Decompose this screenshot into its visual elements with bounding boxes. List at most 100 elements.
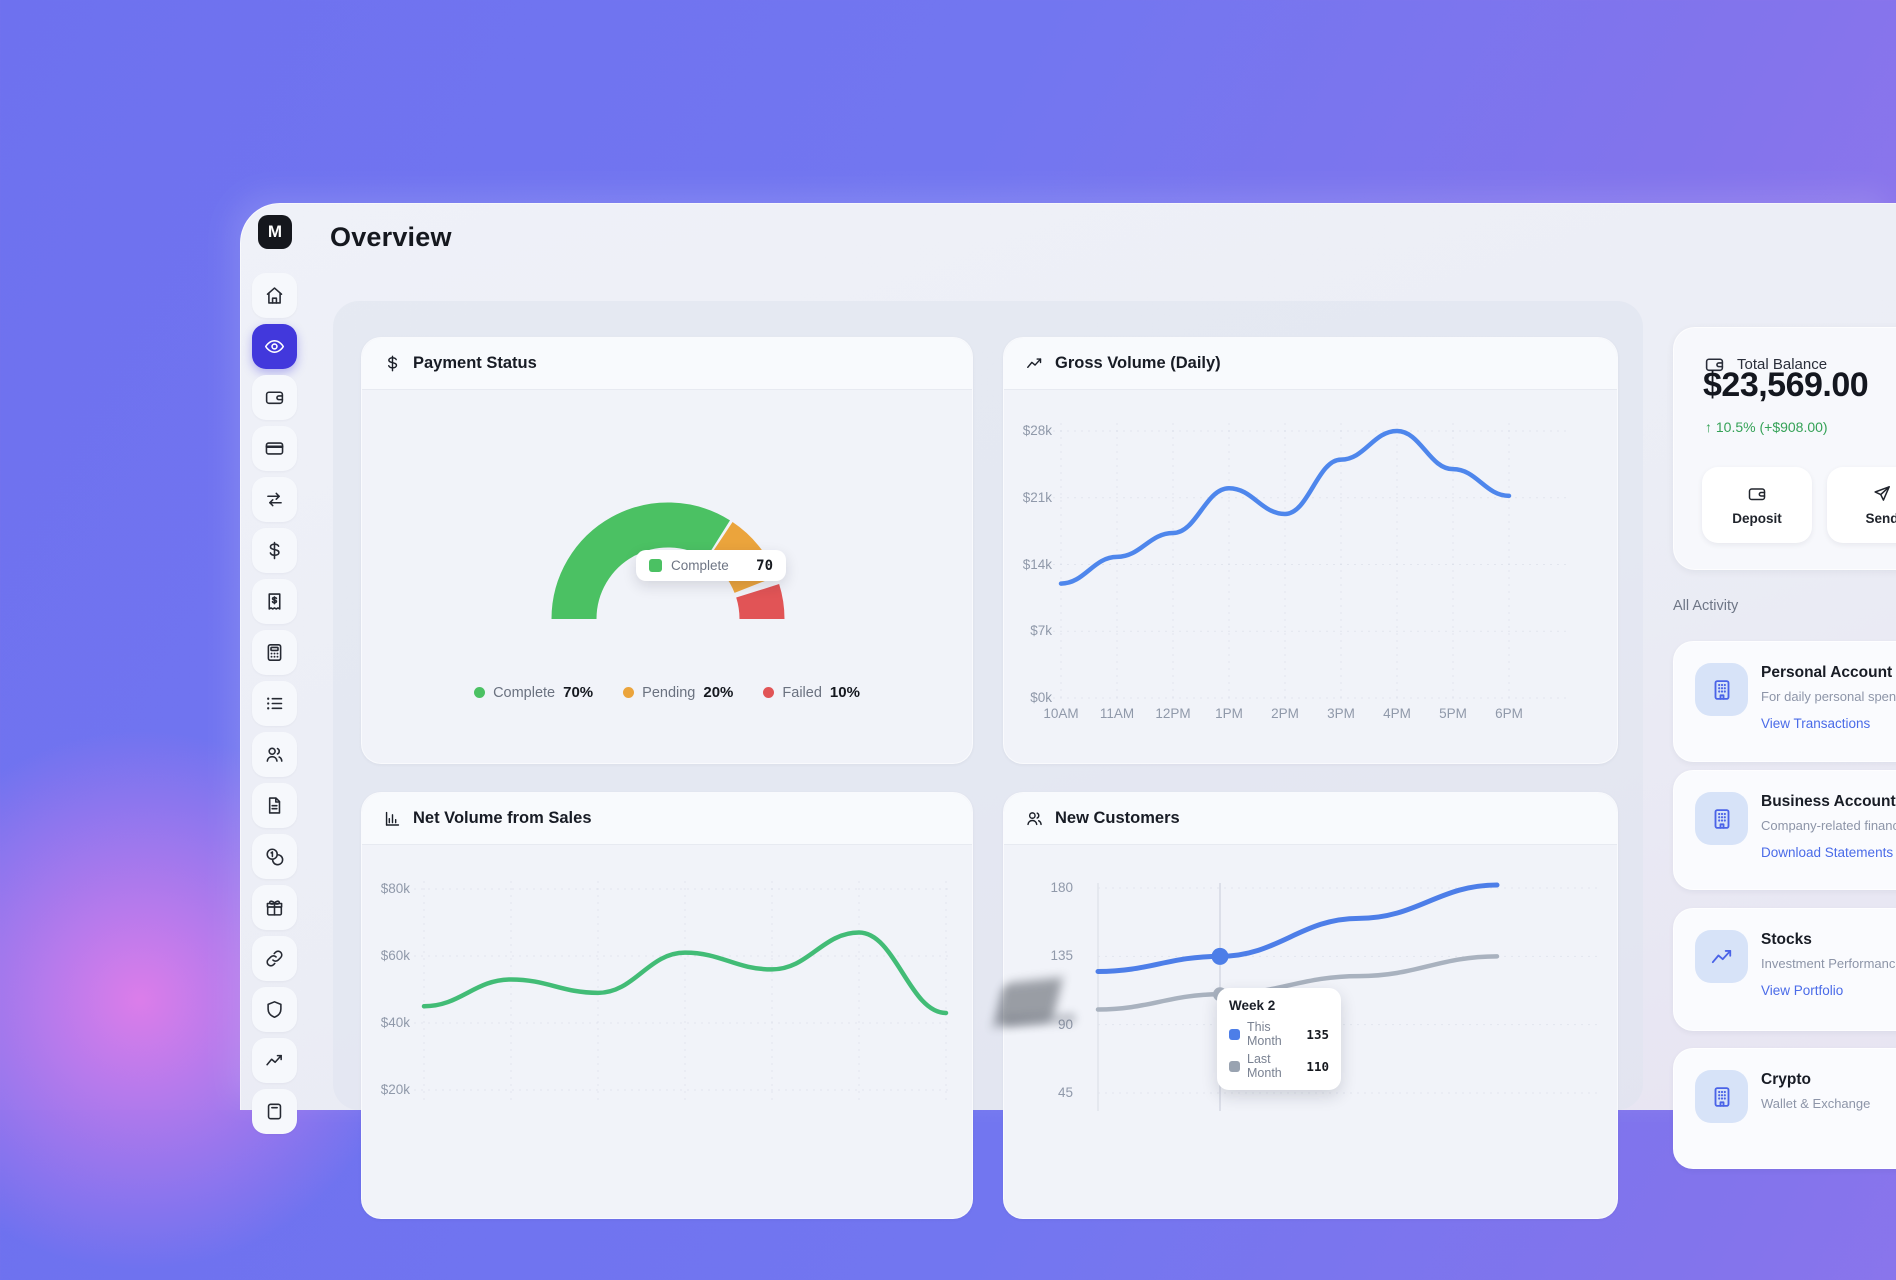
- shield-icon: [264, 999, 285, 1020]
- tooltip-row-this-month: This Month 135: [1229, 1020, 1329, 1048]
- app-logo[interactable]: M: [258, 215, 292, 249]
- axis-tick-label: 5PM: [1427, 706, 1479, 722]
- activity-subtitle: Company-related finances: [1761, 818, 1896, 833]
- axis-tick-label: $21k: [1006, 490, 1052, 506]
- wallet-icon: [1747, 484, 1767, 504]
- sidebar-item-credit-card[interactable]: [252, 426, 297, 471]
- sidebar-item-shield[interactable]: [252, 987, 297, 1032]
- axis-tick-label: 11AM: [1091, 706, 1143, 722]
- link-icon: [264, 948, 285, 969]
- sidebar-item-receipt-dollar[interactable]: [252, 579, 297, 624]
- home-icon: [264, 285, 285, 306]
- legend-item-complete: Complete70%: [474, 684, 593, 701]
- activity-link[interactable]: View Portfolio: [1761, 983, 1843, 998]
- sidebar-item-eye[interactable]: [252, 324, 297, 369]
- activity-title: Personal Account: [1761, 664, 1892, 682]
- sidebar-item-gift[interactable]: [252, 885, 297, 930]
- sidebar-item-coins[interactable]: [252, 834, 297, 879]
- legend-value: 10%: [830, 684, 860, 701]
- series-value: 135: [1306, 1027, 1329, 1042]
- axis-tick-label: $60k: [364, 948, 410, 964]
- activity-card-stocks[interactable]: StocksInvestment PerformanceView Portfol…: [1673, 908, 1896, 1031]
- sidebar-item-device[interactable]: [252, 1089, 297, 1134]
- legend-value: 20%: [703, 684, 733, 701]
- sidebar-item-home[interactable]: [252, 273, 297, 318]
- activity-card-crypto[interactable]: CryptoWallet & Exchange: [1673, 1048, 1896, 1169]
- credit-card-icon: [264, 438, 285, 459]
- users-icon: [264, 744, 285, 765]
- axis-tick-label: $20k: [364, 1082, 410, 1098]
- building-icon: [1695, 792, 1748, 845]
- card-title: Net Volume from Sales: [413, 809, 592, 828]
- sidebar-item-link[interactable]: [252, 936, 297, 981]
- axis-tick-label: 6PM: [1483, 706, 1535, 722]
- trending-up-icon: [1695, 930, 1748, 983]
- legend-item-failed: Failed10%: [763, 684, 860, 701]
- gift-icon: [264, 897, 285, 918]
- sidebar-item-transfer-arrows[interactable]: [252, 477, 297, 522]
- series-label: This Month: [1247, 1020, 1299, 1048]
- week2-tooltip: Week 2 This Month135Last Month110: [1217, 988, 1341, 1090]
- deposit-button[interactable]: Deposit: [1702, 467, 1812, 543]
- axis-tick-label: 2PM: [1259, 706, 1311, 722]
- legend-dot: [623, 687, 634, 698]
- document-icon: [264, 795, 285, 816]
- app-screen: { "app": { "logo_text": "M", "page_title…: [0, 0, 1896, 1110]
- net-volume-card: Net Volume from Sales $80k $60k $40k $20k: [361, 792, 973, 1219]
- action-label: Send: [1865, 511, 1896, 526]
- gross-volume-card-header: Gross Volume (Daily): [1004, 338, 1617, 390]
- activity-link[interactable]: Download Statements: [1761, 845, 1893, 860]
- eye-icon: [264, 336, 285, 357]
- activity-title: Crypto: [1761, 1071, 1811, 1089]
- activity-subtitle: Investment Performance: [1761, 956, 1896, 971]
- axis-tick-label: 135: [1027, 948, 1073, 964]
- all-activity-heading: All Activity: [1673, 598, 1738, 614]
- axis-tick-label: 3PM: [1315, 706, 1367, 722]
- activity-link[interactable]: View Transactions: [1761, 716, 1870, 731]
- device-icon: [264, 1101, 285, 1122]
- axis-tick-label: $14k: [1006, 557, 1052, 573]
- activity-card-personal-account[interactable]: Personal Account For daily personal spend…: [1673, 641, 1896, 762]
- building-icon: [1695, 1070, 1748, 1123]
- legend-dot: [763, 687, 774, 698]
- trending-up-icon: [1025, 354, 1044, 373]
- axis-tick-label: 10AM: [1035, 706, 1087, 722]
- activity-card-business-account[interactable]: Business Account Company-related finances…: [1673, 770, 1896, 890]
- activity-subtitle: For daily personal spending: [1761, 689, 1896, 704]
- axis-tick-label: $40k: [364, 1015, 410, 1031]
- sidebar-item-dollar[interactable]: [252, 528, 297, 573]
- sidebar-item-list[interactable]: [252, 681, 297, 726]
- new-customers-card-header: New Customers: [1004, 793, 1617, 845]
- axis-tick-label: 180: [1027, 880, 1073, 896]
- page-title: Overview: [330, 222, 452, 253]
- gauge-tooltip: Complete 70: [636, 550, 786, 581]
- coins-icon: [264, 846, 285, 867]
- action-label: Deposit: [1732, 511, 1782, 526]
- payment-status-legend: Complete70% Pending 20% Failed10%: [362, 684, 972, 701]
- legend-swatch-complete: [649, 559, 662, 572]
- sidebar-item-users[interactable]: [252, 732, 297, 777]
- axis-tick-label: $0k: [1006, 690, 1052, 706]
- legend-label: Pending: [642, 685, 695, 701]
- legend-dot: [474, 687, 485, 698]
- card-title: New Customers: [1055, 809, 1180, 828]
- week2-tooltip-title: Week 2: [1229, 998, 1329, 1013]
- sidebar-item-calculator[interactable]: [252, 630, 297, 675]
- series-value: 110: [1306, 1059, 1329, 1074]
- series-swatch: [1229, 1061, 1240, 1072]
- building-icon: [1695, 663, 1748, 716]
- send-button[interactable]: Send: [1827, 467, 1896, 543]
- sidebar-item-document[interactable]: [252, 783, 297, 828]
- activity-title: Business Account: [1761, 793, 1896, 811]
- sidebar-item-wallet[interactable]: [252, 375, 297, 420]
- sidebar-item-trending-up[interactable]: [252, 1038, 297, 1083]
- payment-status-card: Payment Status Complete 70 Complete70%Pe…: [361, 337, 973, 764]
- total-balance-card: Total Balance $23,569.00 ↑ 10.5% (+$908.…: [1673, 327, 1896, 570]
- bar-chart-icon: [383, 809, 402, 828]
- axis-tick-label: $80k: [364, 881, 410, 897]
- users-icon: [1025, 809, 1044, 828]
- gross-volume-card: Gross Volume (Daily) $28k$21k$14k$7k$0k1…: [1003, 337, 1618, 764]
- axis-tick-label: $7k: [1006, 623, 1052, 639]
- axis-tick-label: 4PM: [1371, 706, 1423, 722]
- legend-value: 70%: [563, 684, 593, 701]
